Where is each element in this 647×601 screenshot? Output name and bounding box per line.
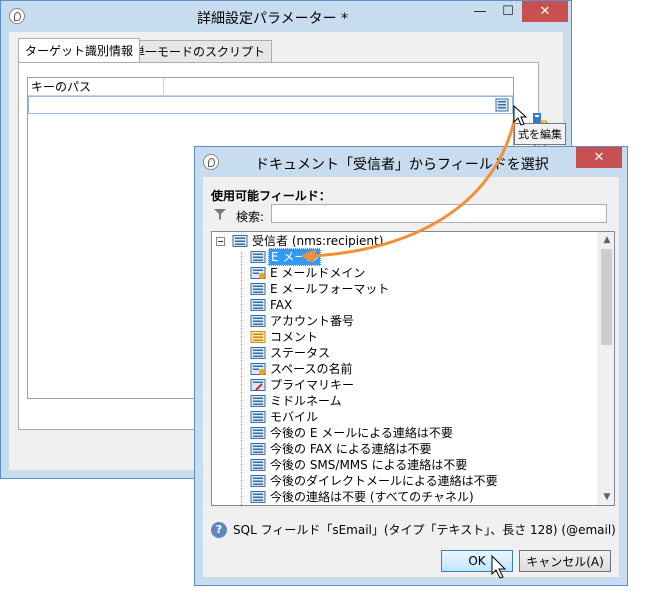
tree-item[interactable]: E メールフォーマット: [250, 281, 391, 297]
field-icon: [250, 283, 266, 295]
tree-item[interactable]: コメント: [250, 329, 320, 345]
memo-field-icon: [250, 331, 266, 343]
computed-field-icon: [250, 267, 266, 279]
tree-item-label: スペースの名前: [270, 362, 353, 376]
title-bar[interactable]: ドキュメント「受信者」からフィールドを選択 ✕: [195, 147, 627, 177]
field-icon: [250, 315, 266, 327]
scroll-thumb[interactable]: [601, 249, 612, 345]
maximize-button[interactable]: ☐: [495, 1, 521, 22]
tree-item-label: E メールドメイン: [270, 266, 366, 280]
edit-expression-tooltip: 式を編集: [514, 123, 566, 145]
filter-icon: [214, 209, 226, 220]
tree-item-label: 今後の E メールによる連絡は不要: [270, 426, 453, 440]
tree-item-label: プライマリキー: [270, 378, 355, 392]
table-icon: [232, 235, 248, 247]
dialog-client-area: 使用可能フィールド： 検索: 受信者 (nms:recipient) E メール…: [203, 177, 619, 577]
grid-row[interactable]: [28, 96, 513, 114]
tree-item-label: 今後の SMS/MMS による連絡は不要: [270, 458, 468, 472]
tree-guide-line: [241, 252, 242, 505]
grid-header: キーのパス: [28, 78, 513, 96]
available-fields-label: 使用可能フィールド：: [211, 189, 331, 203]
tree-item[interactable]: モバイル: [250, 409, 320, 425]
dialog-title: ドキュメント「受信者」からフィールドを選択: [255, 157, 549, 173]
edit-expression-icon[interactable]: [495, 98, 509, 112]
tree-item[interactable]: 今後の E メールによる連絡は不要: [250, 425, 455, 441]
tree-item[interactable]: 今後のダイレクトメールによる連絡は不要: [250, 473, 500, 489]
cancel-button[interactable]: キャンセル(A): [519, 550, 611, 572]
key-field-icon: [250, 379, 266, 391]
field-description-text: SQL フィールド「sEmail」(タイプ「テキスト」、長さ 128) (@em…: [233, 523, 616, 537]
tree-item[interactable]: 今後の連絡は不要 (すべてのチャネル): [250, 489, 476, 505]
tree-item-label: FAX: [270, 298, 293, 312]
field-icon: [250, 347, 266, 359]
column-header-key-path[interactable]: キーのパス: [31, 80, 91, 94]
tree-item[interactable]: プライマリキー: [250, 377, 356, 393]
tree-item-label: E メールフォーマット: [270, 282, 390, 296]
help-icon: ?: [211, 521, 227, 538]
close-button[interactable]: ✕: [576, 147, 622, 168]
scroll-down-icon[interactable]: ▼: [599, 489, 614, 505]
tree-item[interactable]: スペースの名前: [250, 361, 355, 377]
field-icon: [250, 491, 266, 503]
tree-root-label: 受信者 (nms:recipient): [252, 234, 384, 248]
field-icon: [250, 299, 266, 311]
tree-item-label: コメント: [270, 330, 319, 344]
title-bar[interactable]: 詳細設定パラメーター * — ☐ ✕: [1, 1, 571, 31]
field-icon: [250, 395, 266, 407]
tree-item[interactable]: ミドルネーム: [250, 393, 344, 409]
tree-item-label: ステータス: [270, 346, 331, 360]
tree-item[interactable]: 今後の FAX による連絡は不要: [250, 441, 434, 457]
field-icon: [250, 443, 266, 455]
tree-item[interactable]: ステータス: [250, 345, 332, 361]
tab-target-identification[interactable]: ターゲット識別情報: [18, 38, 141, 62]
tree-item-label: 今後の連絡は不要 (すべてのチャネル): [270, 490, 474, 504]
tree-item-label: モバイル: [270, 410, 319, 424]
tree-item-label: 今後の FAX による連絡は不要: [270, 442, 432, 456]
app-icon: [9, 8, 25, 24]
field-icon: [250, 411, 266, 423]
field-icon: [250, 459, 266, 471]
select-field-dialog: ドキュメント「受信者」からフィールドを選択 ✕ 使用可能フィールド： 検索: 受…: [194, 146, 628, 586]
close-button[interactable]: ✕: [522, 1, 568, 22]
scroll-up-icon[interactable]: ▲: [599, 232, 614, 248]
tree-item-label: E メール: [268, 248, 322, 266]
search-input[interactable]: [271, 204, 607, 223]
collapse-toggle[interactable]: [216, 237, 225, 246]
field-tree: 受信者 (nms:recipient) E メール E メールドメイン E メールフ…: [211, 231, 615, 506]
tab-single-mode-script[interactable]: 単一モードのスクリプト: [126, 40, 273, 62]
tree-root[interactable]: 受信者 (nms:recipient): [232, 233, 385, 249]
field-icon: [250, 251, 266, 263]
field-icon: [250, 427, 266, 439]
tree-item[interactable]: 今後の SMS/MMS による連絡は不要: [250, 457, 469, 473]
app-icon: [203, 154, 219, 170]
vertical-scrollbar[interactable]: ▲ ▼: [598, 232, 614, 505]
column-separator[interactable]: [163, 78, 164, 96]
tree-item-label: アカウント番号: [270, 314, 355, 328]
window-title: 詳細設定パラメーター *: [197, 11, 349, 27]
tree-item-label: 今後のダイレクトメールによる連絡は不要: [270, 474, 498, 488]
tree-item[interactable]: FAX: [250, 297, 294, 313]
ok-button[interactable]: OK: [441, 550, 513, 572]
tree-item[interactable]: E メールドメイン: [250, 265, 367, 281]
tree-item[interactable]: E メール: [250, 248, 322, 266]
field-description: ? SQL フィールド「sEmail」(タイプ「テキスト」、長さ 128) (@…: [211, 521, 616, 538]
tree-item[interactable]: アカウント番号: [250, 313, 356, 329]
computed-field-icon: [250, 363, 266, 375]
tree-item-label: ミドルネーム: [270, 394, 342, 408]
search-label: 検索:: [236, 210, 265, 224]
field-icon: [250, 475, 266, 487]
minimize-button[interactable]: —: [467, 1, 493, 22]
